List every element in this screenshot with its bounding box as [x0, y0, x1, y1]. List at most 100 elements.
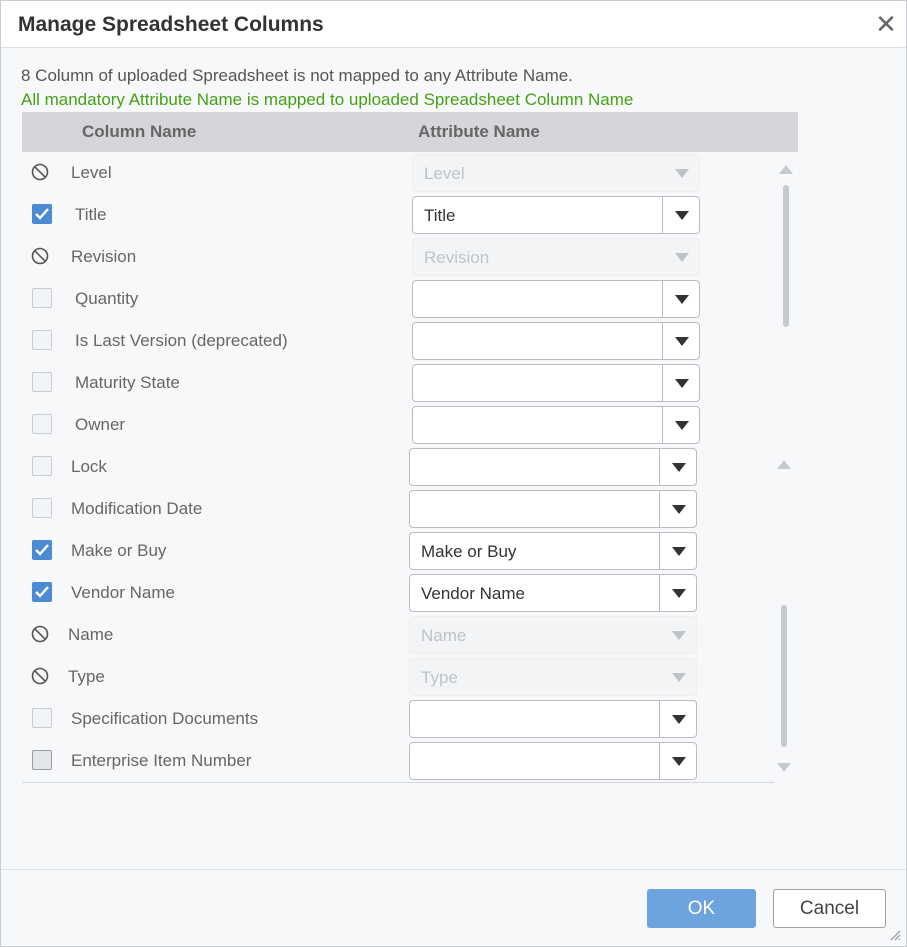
table-row: Type Type	[22, 656, 774, 699]
column-name-label: Enterprise Item Number	[71, 751, 252, 770]
attribute-name-header: Attribute Name	[418, 122, 540, 141]
row-checkbox[interactable]	[32, 372, 52, 392]
caret-down-icon	[672, 589, 686, 598]
dropdown-toggle	[659, 617, 696, 653]
row-checkbox[interactable]	[32, 330, 52, 350]
dropdown-toggle[interactable]	[662, 365, 699, 401]
attribute-select-value: Vendor Name	[421, 584, 525, 603]
attribute-name-select[interactable]	[409, 700, 697, 738]
attribute-name-select: Revision	[412, 238, 700, 276]
dropdown-toggle[interactable]	[659, 491, 696, 527]
row-checkbox[interactable]	[32, 204, 52, 224]
dropdown-toggle[interactable]	[662, 197, 699, 233]
dropdown-toggle	[662, 155, 699, 191]
attribute-name-select[interactable]: Title	[412, 196, 700, 234]
column-name-label: Modification Date	[71, 499, 203, 518]
row-checkbox[interactable]	[32, 708, 52, 728]
column-name-header: Column Name	[82, 122, 197, 141]
column-name-label: Name	[68, 625, 114, 644]
dropdown-toggle[interactable]	[662, 281, 699, 317]
scrollbar-thumb[interactable]	[783, 185, 789, 327]
dropdown-toggle	[662, 239, 699, 275]
column-name-label: Level	[71, 163, 112, 182]
attribute-name-select: Level	[412, 154, 700, 192]
dropdown-toggle[interactable]	[662, 323, 699, 359]
dropdown-toggle[interactable]	[659, 449, 696, 485]
row-checkbox[interactable]	[32, 456, 52, 476]
row-checkbox[interactable]	[32, 750, 52, 770]
unmapped-columns-message: 8 Column of uploaded Spreadsheet is not …	[21, 66, 573, 85]
table-row: Quantity	[22, 278, 774, 321]
attribute-select-value: Title	[424, 206, 456, 225]
caret-down-icon	[672, 505, 686, 514]
dropdown-toggle[interactable]	[659, 533, 696, 569]
caret-down-icon	[675, 421, 689, 430]
column-name-label: Specification Documents	[71, 709, 259, 728]
table-row: Modification Date	[22, 488, 774, 531]
caret-down-icon	[672, 673, 686, 682]
attribute-name-select[interactable]	[409, 448, 697, 486]
attribute-name-select[interactable]	[409, 742, 697, 780]
cancel-button[interactable]: Cancel	[773, 889, 886, 928]
not-allowed-icon	[31, 625, 49, 643]
resize-grip-icon[interactable]	[887, 927, 901, 941]
attribute-name-select[interactable]: Make or Buy	[409, 532, 697, 570]
attribute-name-select: Name	[409, 616, 697, 654]
dialog-title: Manage Spreadsheet Columns	[18, 13, 324, 36]
table-row: Make or Buy Make or Buy	[22, 530, 774, 573]
table-row: Title Title	[22, 194, 774, 237]
caret-down-icon	[675, 211, 689, 220]
attribute-select-value: Type	[421, 668, 458, 687]
scroll-down-arrow[interactable]	[777, 763, 791, 772]
not-allowed-icon	[31, 247, 49, 265]
not-allowed-icon	[31, 163, 49, 181]
close-icon[interactable]: ✕	[873, 11, 899, 37]
caret-down-icon	[675, 337, 689, 346]
attribute-name-select[interactable]	[409, 490, 697, 528]
column-name-label: Maturity State	[75, 373, 180, 392]
table-row: Maturity State	[22, 362, 774, 405]
attribute-name-select[interactable]: Vendor Name	[409, 574, 697, 612]
table-row: Enterprise Item Number	[22, 740, 774, 783]
column-name-label: Owner	[75, 415, 126, 434]
row-checkbox[interactable]	[32, 414, 52, 434]
scroll-up-arrow[interactable]	[779, 165, 793, 174]
table-row: Specification Documents	[22, 698, 774, 741]
dropdown-toggle[interactable]	[659, 575, 696, 611]
ok-button[interactable]: OK	[647, 889, 756, 928]
table-row: Level Level	[22, 152, 774, 195]
dropdown-toggle[interactable]	[659, 743, 696, 779]
caret-down-icon	[675, 295, 689, 304]
table-row: Lock	[22, 446, 774, 489]
not-allowed-icon	[31, 667, 49, 685]
row-checkbox[interactable]	[32, 498, 52, 518]
caret-down-icon	[672, 463, 686, 472]
attribute-name-select[interactable]	[412, 280, 700, 318]
table-row: Name Name	[22, 614, 774, 657]
attribute-select-value: Make or Buy	[421, 542, 517, 561]
dialog-titlebar: Manage Spreadsheet Columns ✕	[1, 1, 906, 48]
scrollbar-thumb-lower[interactable]	[781, 605, 787, 747]
caret-down-icon	[672, 715, 686, 724]
attribute-name-select[interactable]	[412, 322, 700, 360]
caret-down-icon	[672, 547, 686, 556]
dropdown-toggle[interactable]	[659, 701, 696, 737]
attribute-name-select[interactable]	[412, 406, 700, 444]
dropdown-toggle	[659, 659, 696, 695]
caret-down-icon	[672, 631, 686, 640]
table-header: Column Name Attribute Name	[22, 112, 798, 152]
row-checkbox[interactable]	[32, 540, 52, 560]
attribute-select-value: Name	[421, 626, 467, 645]
dropdown-toggle[interactable]	[662, 407, 699, 443]
mandatory-mapped-message: All mandatory Attribute Name is mapped t…	[21, 90, 634, 109]
table-row: Revision Revision	[22, 236, 774, 279]
column-name-label: Revision	[71, 247, 137, 266]
table-row: Owner	[22, 404, 774, 447]
row-checkbox[interactable]	[32, 582, 52, 602]
row-checkbox[interactable]	[32, 288, 52, 308]
table-row: Vendor Name Vendor Name	[22, 572, 774, 615]
attribute-select-value: Level	[424, 164, 465, 183]
scroll-up-arrow-lower[interactable]	[777, 460, 791, 469]
attribute-name-select: Type	[409, 658, 697, 696]
attribute-name-select[interactable]	[412, 364, 700, 402]
